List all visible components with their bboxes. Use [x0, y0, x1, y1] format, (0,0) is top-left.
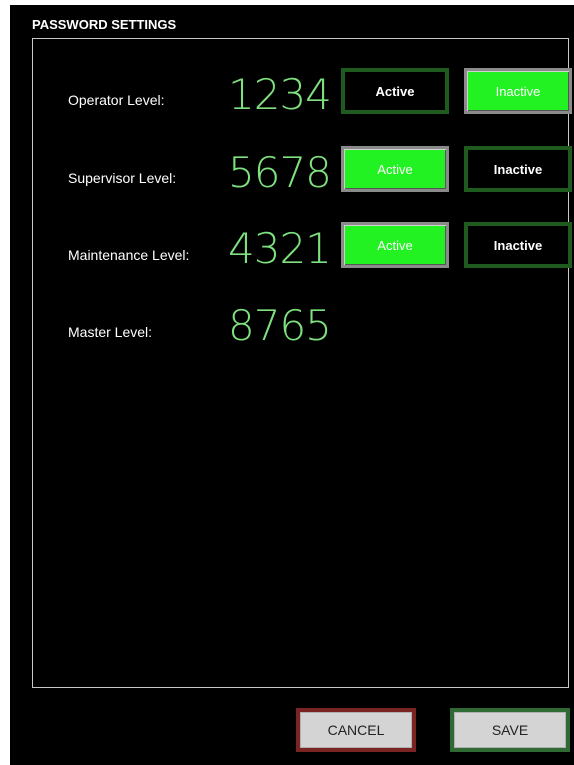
operator-inactive-button[interactable]: Inactive	[464, 68, 572, 114]
maintenance-inactive-button[interactable]: Inactive	[464, 222, 572, 268]
maintenance-active-button[interactable]: Active	[341, 222, 449, 268]
master-level-label: Master Level:	[68, 324, 153, 340]
page-title: PASSWORD SETTINGS	[32, 17, 177, 32]
supervisor-level-label: Supervisor Level:	[68, 170, 177, 186]
master-level-code: 8765	[228, 301, 332, 350]
password-settings-screen: PASSWORD SETTINGS Operator Level: 1234 A…	[10, 5, 574, 765]
cancel-button[interactable]: CANCEL	[296, 708, 416, 752]
operator-level-label: Operator Level:	[68, 92, 165, 108]
save-button[interactable]: SAVE	[450, 708, 570, 752]
maintenance-level-code: 4321	[228, 224, 332, 273]
settings-panel: Operator Level: 1234 Active Inactive Sup…	[32, 38, 572, 688]
supervisor-active-button[interactable]: Active	[341, 146, 449, 192]
supervisor-level-code: 5678	[228, 148, 332, 197]
supervisor-inactive-button[interactable]: Inactive	[464, 146, 572, 192]
maintenance-level-label: Maintenance Level:	[68, 247, 190, 263]
operator-level-code: 1234	[228, 70, 332, 119]
operator-active-button[interactable]: Active	[341, 68, 449, 114]
